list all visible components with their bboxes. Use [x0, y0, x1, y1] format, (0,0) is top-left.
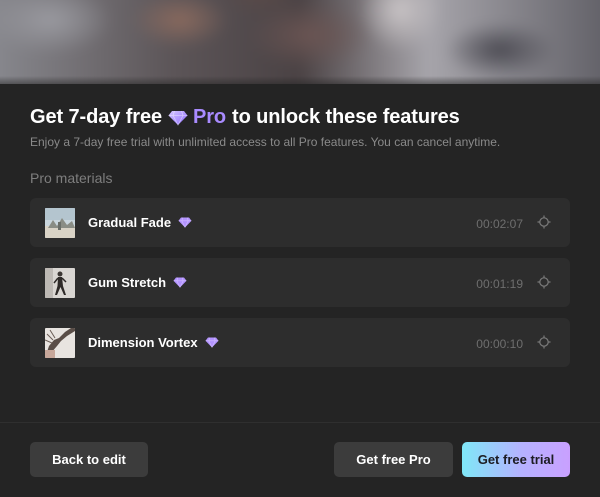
title-prefix: Get 7-day free	[30, 106, 162, 128]
diamond-icon	[173, 277, 187, 288]
material-item-dimension-vortex[interactable]: Dimension Vortex 00:00:10	[30, 318, 570, 367]
pro-badge: Pro	[168, 106, 226, 129]
locate-icon[interactable]	[537, 275, 551, 289]
dialog-title: Get 7-day free Pro to unlock these featu…	[30, 106, 460, 129]
material-item-gradual-fade[interactable]: Gradual Fade 00:02:07	[30, 198, 570, 247]
pro-upgrade-dialog: Get 7-day free Pro to unlock these featu…	[0, 0, 600, 497]
material-duration: 00:01:19	[476, 277, 523, 291]
diamond-icon	[205, 337, 219, 348]
material-thumbnail	[45, 268, 75, 298]
locate-icon[interactable]	[537, 215, 551, 229]
material-item-gum-stretch[interactable]: Gum Stretch 00:01:19	[30, 258, 570, 307]
back-to-edit-button[interactable]: Back to edit	[30, 442, 148, 477]
title-pro-text: Pro	[193, 106, 227, 128]
pro-materials-list: Gradual Fade 00:02:07 Gum Stretch 00:01:…	[30, 198, 570, 378]
title-suffix: to unlock these features	[232, 106, 460, 128]
material-thumbnail	[45, 328, 75, 358]
get-free-pro-button[interactable]: Get free Pro	[334, 442, 453, 477]
material-name: Gradual Fade	[88, 215, 192, 230]
preview-banner	[0, 0, 600, 84]
footer-divider	[0, 422, 600, 423]
locate-icon[interactable]	[537, 335, 551, 349]
get-free-trial-button[interactable]: Get free trial	[462, 442, 570, 477]
material-thumbnail	[45, 208, 75, 238]
material-duration: 00:00:10	[476, 337, 523, 351]
material-name: Gum Stretch	[88, 275, 187, 290]
material-duration: 00:02:07	[476, 217, 523, 231]
diamond-icon	[168, 110, 188, 126]
pro-materials-heading: Pro materials	[30, 170, 113, 186]
material-name: Dimension Vortex	[88, 335, 219, 350]
diamond-icon	[178, 217, 192, 228]
dialog-subtitle: Enjoy a 7-day free trial with unlimited …	[30, 135, 501, 149]
